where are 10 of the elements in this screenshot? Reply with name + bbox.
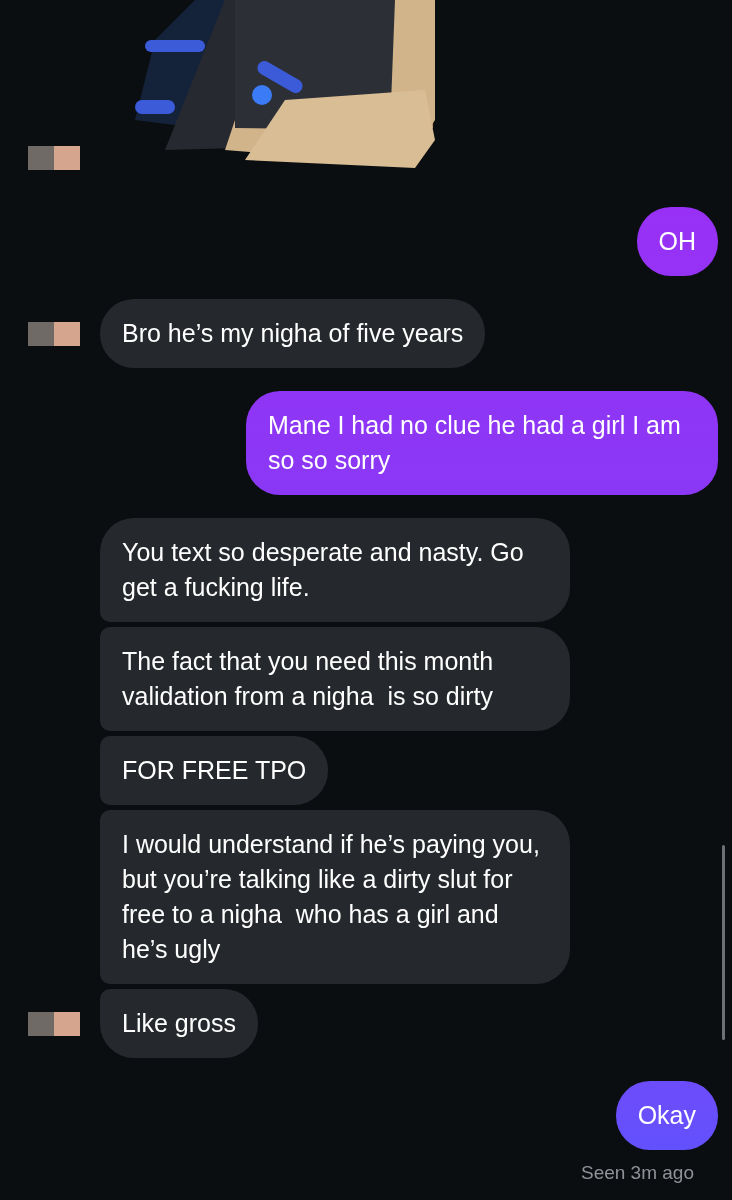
message-bubble: The fact that you need this month validation from a nigha is so dirty	[100, 627, 570, 731]
seen-status: Seen 3m ago	[580, 1162, 694, 1184]
message-bubble: I would understand if he’s paying you, but you’re talking like a dirty slut for free to a nigha who has a girl and he’s ugly	[100, 810, 570, 984]
message-bubble: Okay	[615, 1081, 718, 1150]
message-bubble: Bro he’s my nigha of five years	[100, 299, 486, 368]
message-bubble: FOR FREE TPO	[100, 736, 329, 805]
message-bubble: OH	[636, 207, 718, 276]
message-bubble: You text so desperate and nasty. Go get a fucking life.	[100, 518, 570, 622]
message-bubble: Like gross	[100, 989, 258, 1058]
message-bubble: Mane I had no clue he had a girl I am so so sorry	[246, 391, 718, 495]
